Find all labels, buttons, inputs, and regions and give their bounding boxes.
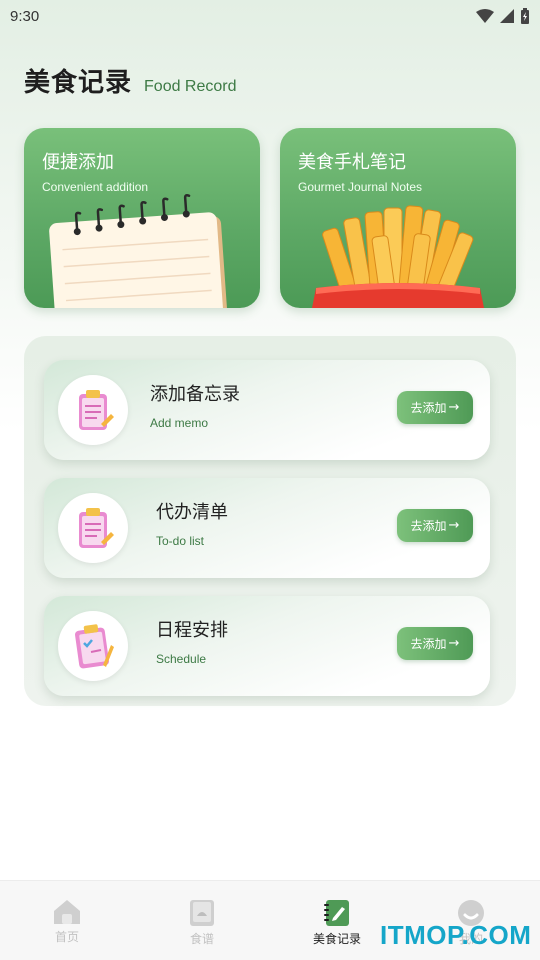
clipboard-icon: [79, 390, 114, 430]
page-header: 美食记录 Food Record: [24, 62, 237, 99]
signal-icon: [500, 9, 514, 23]
memo-item-subtitle: To-do list: [156, 534, 205, 548]
schedule-card[interactable]: 日程安排 Schedule 去添加 →: [44, 596, 490, 696]
home-icon: [54, 900, 80, 924]
memo-item-subtitle: Add memo: [150, 416, 209, 430]
add-button-label: 去添加: [410, 637, 447, 651]
tab-home[interactable]: 首页: [22, 899, 112, 945]
feature-card-title: 美食手札笔记: [298, 152, 406, 173]
tab-food-record[interactable]: 美食记录: [292, 899, 382, 947]
convenient-add-card[interactable]: 便捷添加 Convenient addition: [24, 128, 260, 308]
add-memo-card[interactable]: 添加备忘录 Add memo 去添加 →: [44, 360, 490, 460]
add-button-label: 去添加: [410, 519, 447, 533]
feature-card-title: 便捷添加: [42, 152, 114, 173]
page-title: 美食记录: [24, 68, 133, 98]
tab-label: 美食记录: [312, 932, 361, 946]
status-bar: 9:30: [0, 0, 540, 32]
add-memo-button[interactable]: 去添加 →: [397, 391, 473, 424]
memo-icon-circle: [58, 493, 128, 563]
arrow-right-icon: →: [448, 518, 460, 533]
add-button-label: 去添加: [410, 401, 447, 415]
tab-recipes[interactable]: 食谱: [157, 899, 247, 947]
memo-icon-circle: [58, 375, 128, 445]
notebook-pen-icon: [324, 900, 349, 926]
feature-card-subtitle: Gourmet Journal Notes: [298, 180, 423, 194]
status-time: 9:30: [10, 7, 40, 25]
arrow-right-icon: →: [448, 400, 460, 415]
page-subtitle: Food Record: [144, 78, 237, 95]
status-icons: [476, 8, 530, 24]
clipboard-icon: [79, 508, 114, 548]
gourmet-notes-card[interactable]: 美食手札笔记 Gourmet Journal Notes: [280, 128, 516, 308]
memo-item-title: 代办清单: [156, 502, 228, 523]
memo-item-title: 日程安排: [156, 620, 228, 641]
todo-list-card[interactable]: 代办清单 To-do list 去添加 →: [44, 478, 490, 578]
feature-card-subtitle: Convenient addition: [42, 180, 149, 194]
recipe-book-icon: [190, 900, 214, 926]
battery-icon: [521, 8, 529, 24]
tab-label: 食谱: [189, 932, 214, 946]
add-todo-button[interactable]: 去添加 →: [397, 509, 473, 542]
arrow-right-icon: →: [448, 636, 460, 651]
tab-label: 首页: [54, 930, 79, 944]
add-schedule-button[interactable]: 去添加 →: [397, 627, 473, 660]
checklist-icon: [75, 624, 114, 669]
site-watermark: ITMOP.COM: [380, 920, 532, 950]
memo-item-subtitle: Schedule: [156, 652, 207, 666]
memo-item-title: 添加备忘录: [150, 384, 240, 405]
wifi-icon: [476, 9, 494, 23]
memo-icon-circle: [58, 611, 128, 681]
